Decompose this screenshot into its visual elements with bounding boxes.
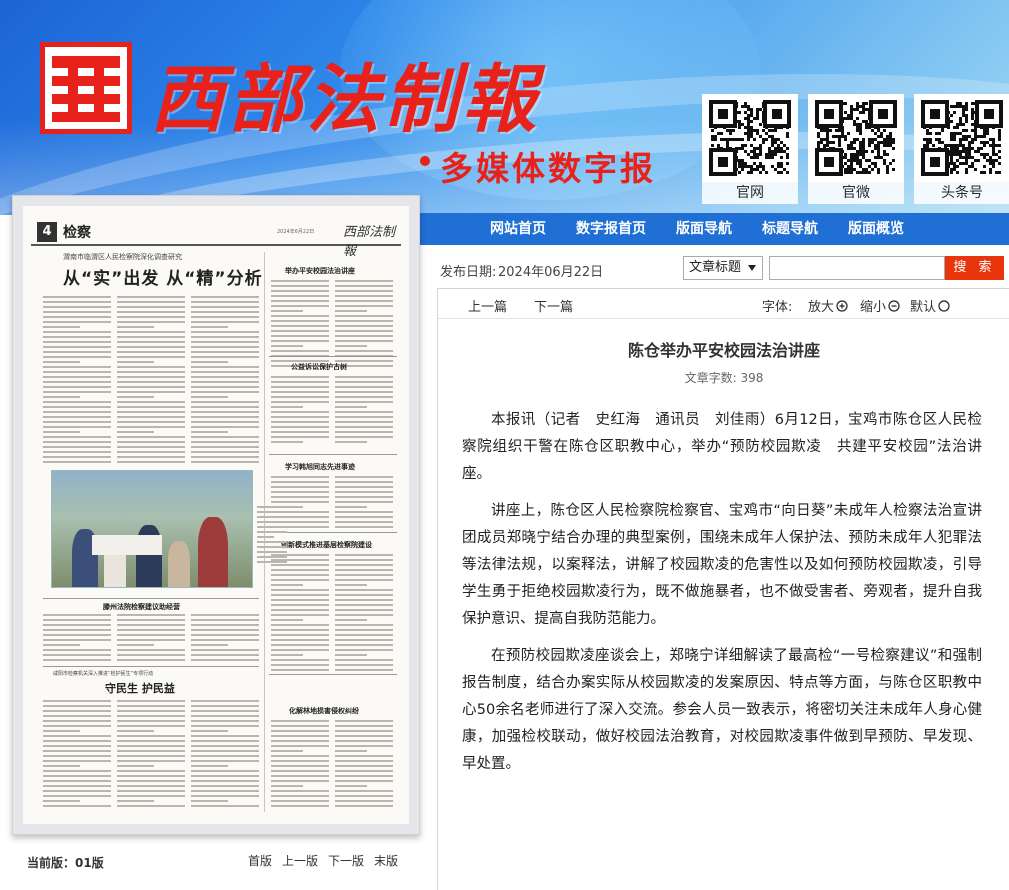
- current-edition-label: 当前版：01版: [27, 856, 104, 870]
- qr-official-site[interactable]: 官网: [702, 94, 798, 210]
- lead-story-column: [117, 296, 185, 466]
- minus-circle-icon: [888, 299, 900, 312]
- pager-last[interactable]: 末版: [374, 852, 398, 869]
- article-paragraph: 在预防校园欺凌座谈会上，郑晓宁详细解读了最高检“一号检察建议”和强制报告制度，结…: [462, 648, 982, 772]
- site-logo-subtitle: 多媒体数字报: [420, 142, 656, 190]
- page-date-line: 2024年6月22日: [277, 229, 315, 235]
- default-size-button[interactable]: 默认: [910, 296, 950, 315]
- lead-story-headline[interactable]: 从“实”出发 从“精”分析: [63, 264, 263, 289]
- qr-label: 官微: [808, 182, 904, 204]
- article-body: 本报讯（记者 史红海 通讯员 刘佳雨）6月12日，宝鸡市陈仓区人民检察院组织干警…: [462, 407, 982, 788]
- site-logo-title: 西部法制報: [150, 57, 540, 143]
- lead-story-column: [43, 296, 111, 466]
- page-number-badge: 4: [37, 222, 57, 242]
- nav-home[interactable]: 网站首页: [490, 213, 546, 245]
- article-toolbar: 上一篇 下一篇 字体: 放大 缩小 默认: [438, 289, 1009, 319]
- qr-official-wechat[interactable]: 官微: [808, 94, 904, 210]
- circle-icon: [938, 299, 950, 312]
- sidebar-story-text: [335, 720, 393, 810]
- default-size-label: 默认: [910, 300, 937, 315]
- bottom-story-headline[interactable]: 守民生 护民益: [105, 680, 175, 696]
- main-nav: 网站首页 数字报首页 版面导航 标题导航 版面概览: [418, 213, 1009, 245]
- prev-article-link[interactable]: 上一篇: [468, 296, 507, 315]
- page-masthead: 西部法制報: [343, 225, 396, 259]
- article-meta-bar: 发布日期: 2024年06月22日 文章标题 搜 索: [438, 255, 1009, 287]
- nav-page-navigation[interactable]: 版面导航: [676, 213, 732, 245]
- qr-label: 官网: [702, 182, 798, 204]
- sidebar-story-title[interactable]: 创新模式推进基层检察院建设: [281, 540, 372, 550]
- search-input[interactable]: [769, 256, 945, 280]
- nav-title-navigation[interactable]: 标题导航: [762, 213, 818, 245]
- bottom-story-text: [117, 700, 185, 810]
- pager-first[interactable]: 首版: [248, 852, 272, 869]
- next-article-link[interactable]: 下一篇: [534, 296, 573, 315]
- article-paragraph: 本报讯（记者 史红海 通讯员 刘佳雨）6月12日，宝鸡市陈仓区人民检察院组织干警…: [462, 412, 982, 482]
- newspaper-logo-icon: [40, 42, 132, 134]
- sidebar-story-title[interactable]: 学习韩旭同志先进事迹: [285, 462, 355, 472]
- newspaper-page-viewer: 4 检察 2024年6月22日 西部法制報 渭南市临渭区人民检察院深化调查研究 …: [12, 195, 420, 835]
- zoom-out-label: 缩小: [860, 300, 887, 315]
- qr-code-icon: [709, 100, 791, 176]
- page-section-name: 检察: [63, 225, 91, 241]
- publish-date-label: 发布日期:: [440, 265, 497, 280]
- newspaper-page-image[interactable]: 4 检察 2024年6月22日 西部法制報 渭南市临渭区人民检察院深化调查研究 …: [23, 206, 409, 824]
- nav-page-overview[interactable]: 版面概览: [848, 213, 904, 245]
- search-field-select[interactable]: 文章标题: [683, 256, 763, 280]
- pager-prev[interactable]: 上一版: [282, 852, 318, 869]
- chevron-down-icon: [748, 265, 756, 271]
- zoom-in-label: 放大: [808, 300, 835, 315]
- bottom-story-text: [117, 614, 185, 664]
- article-panel: 上一篇 下一篇 字体: 放大 缩小 默认 陈仓举办平安校园法治讲座 文章字数: …: [437, 288, 1009, 890]
- sidebar-story-title[interactable]: 举办平安校园法治讲座: [285, 266, 355, 276]
- lead-story-kicker[interactable]: 渭南市临渭区人民检察院深化调查研究: [63, 252, 182, 262]
- plus-circle-icon: [836, 299, 848, 312]
- article-word-count: 文章字数: 398: [438, 369, 1009, 386]
- pager-next[interactable]: 下一版: [328, 852, 364, 869]
- sidebar-story-text: [271, 554, 329, 674]
- bottom-story-text: [43, 700, 111, 810]
- article-title: 陈仓举办平安校园法治讲座: [627, 341, 820, 360]
- search-field-value: 文章标题: [689, 260, 742, 275]
- newspaper-photo[interactable]: [51, 470, 253, 588]
- bottom-story-text: [191, 614, 259, 664]
- lead-story-column: [191, 296, 259, 466]
- bottom-story-text: [191, 700, 259, 810]
- zoom-out-button[interactable]: 缩小: [860, 296, 900, 315]
- qr-code-icon: [921, 100, 1003, 176]
- search-button[interactable]: 搜 索: [945, 256, 1004, 280]
- sidebar-story-text: [335, 554, 393, 674]
- word-count-label: 文章字数:: [684, 371, 737, 385]
- photo-caption: [257, 506, 287, 566]
- sidebar-story-text: [335, 476, 393, 531]
- font-size-label: 字体:: [762, 300, 793, 315]
- nav-digital-home[interactable]: 数字报首页: [576, 213, 646, 245]
- word-count-value: 398: [740, 371, 764, 385]
- bottom-story-kicker[interactable]: 咸阳市检察机关深入推进“检护民生”专项行动: [53, 670, 153, 677]
- sidebar-story-text: [271, 376, 329, 446]
- edition-pager: 首版 上一版 下一版 末版: [248, 852, 398, 869]
- article-paragraph: 讲座上，陈仓区人民检察院检察官、宝鸡市“向日葵”未成年人检察法治宣讲团成员郑晓宁…: [462, 503, 982, 627]
- publish-date: 2024年06月22日: [498, 265, 604, 280]
- qr-toutiao[interactable]: 头条号: [914, 94, 1009, 210]
- header-banner: 西部法制報 多媒体数字报 官网 官微 头条号: [0, 0, 1009, 215]
- sidebar-story-title[interactable]: 公益诉讼保护古树: [291, 362, 347, 372]
- bottom-story-text: [43, 614, 111, 664]
- zoom-in-button[interactable]: 放大: [808, 296, 848, 315]
- sidebar-story-text: [271, 720, 329, 810]
- page-root: 西部法制報 多媒体数字报 官网 官微 头条号 网站首页 数字报首页 版面导航 标…: [0, 0, 1009, 890]
- qr-code-icon: [815, 100, 897, 176]
- bottom-left-story-title[interactable]: 滕州法院检察建议助经营: [103, 602, 180, 612]
- qr-label: 头条号: [914, 182, 1009, 204]
- newspaper-page-header: 4 检察 2024年6月22日 西部法制報: [31, 220, 401, 259]
- sidebar-story-text: [335, 376, 393, 446]
- sidebar-story-title[interactable]: 化解林地损害侵权纠纷: [289, 706, 359, 716]
